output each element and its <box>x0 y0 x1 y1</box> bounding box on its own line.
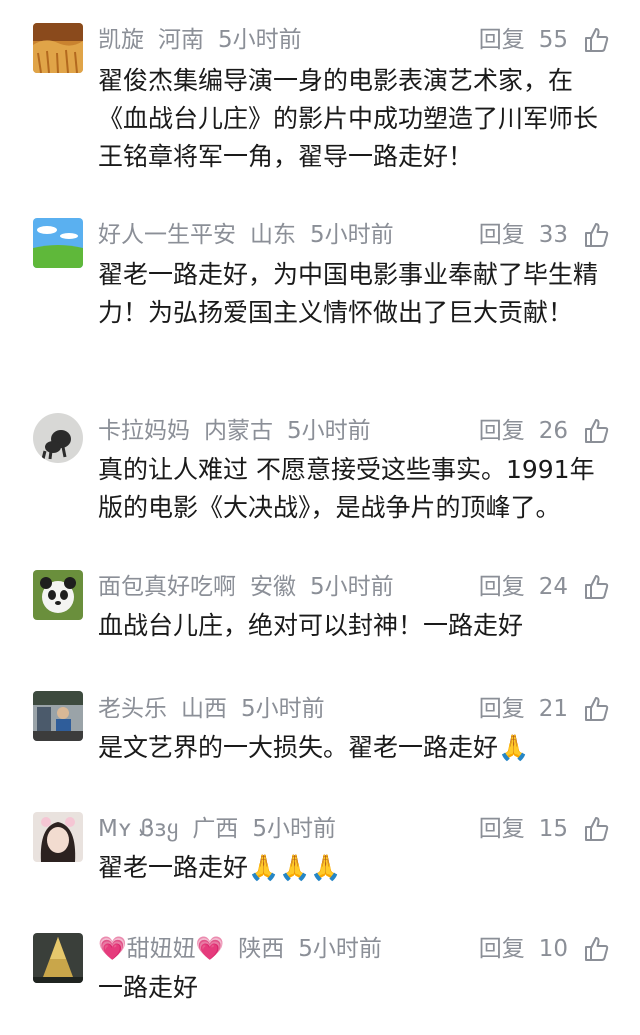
username[interactable]: 💗甜妞妞💗 <box>98 934 224 964</box>
location: 山东 <box>250 222 296 248</box>
comment-text: 真的让人难过 不愿意接受这些事实。1991年版的电影《大决战》，是战争片的顶峰了… <box>98 455 595 522</box>
thumbs-up-icon[interactable] <box>582 935 610 963</box>
comment-meta: 💗甜妞妞💗 陕西 5小时前 回复 10 <box>98 934 610 964</box>
location: 内蒙古 <box>204 418 273 444</box>
comment-actions: 回复 10 <box>479 934 610 964</box>
timestamp: 5小时前 <box>252 816 336 842</box>
reply-button[interactable]: 回复 <box>479 25 525 55</box>
thumbs-up-icon[interactable] <box>582 26 610 54</box>
panda-avatar[interactable] <box>33 570 83 620</box>
reply-button[interactable]: 回复 <box>479 220 525 250</box>
reply-button[interactable]: 回复 <box>479 572 525 602</box>
comment-meta: 凯旋 河南 5小时前 回复 55 <box>98 25 610 55</box>
like-count: 10 <box>538 936 568 962</box>
reply-button[interactable]: 回复 <box>479 934 525 964</box>
comment-meta: 老头乐 山西 5小时前 回复 21 <box>98 694 610 724</box>
street-photo-avatar[interactable] <box>33 691 83 741</box>
username[interactable]: 凯旋 <box>98 25 144 55</box>
location: 安徽 <box>250 574 296 600</box>
comment-actions: 回复 55 <box>479 25 610 55</box>
location: 陕西 <box>238 936 285 962</box>
wheat-field-avatar[interactable] <box>33 23 83 73</box>
username[interactable]: 面包真好吃啊 <box>98 572 236 602</box>
girl-avatar[interactable] <box>33 812 83 862</box>
reply-button[interactable]: 回复 <box>479 814 525 844</box>
like-count: 15 <box>538 816 568 842</box>
username[interactable]: 卡拉妈妈 <box>98 416 190 446</box>
username[interactable]: 好人一生平安 <box>98 220 236 250</box>
username[interactable]: Mʏ Ᏸɜყ <box>98 814 178 844</box>
comment-text: 翟俊杰集编导演一身的电影表演艺术家，在《血战台儿庄》的影片中成功塑造了川军师长王… <box>98 66 599 171</box>
sky-grass-avatar[interactable] <box>33 218 83 268</box>
timestamp: 5小时前 <box>287 418 371 444</box>
timestamp: 5小时前 <box>310 574 394 600</box>
pray-emoji: 🙏🙏🙏 <box>248 853 342 882</box>
comment-actions: 回复 26 <box>479 416 610 446</box>
comment-text: 血战台儿庄，绝对可以封神！一路走好 <box>98 611 524 640</box>
timestamp: 5小时前 <box>241 696 325 722</box>
comment-actions: 回复 33 <box>479 220 610 250</box>
reply-button[interactable]: 回复 <box>479 416 525 446</box>
dog-avatar[interactable] <box>33 413 83 463</box>
timestamp: 5小时前 <box>298 936 382 962</box>
thumbs-up-icon[interactable] <box>582 695 610 723</box>
like-count: 26 <box>538 418 568 444</box>
timestamp: 5小时前 <box>310 222 394 248</box>
username[interactable]: 老头乐 <box>98 694 167 724</box>
timestamp: 5小时前 <box>218 27 302 53</box>
comment-meta: 面包真好吃啊 安徽 5小时前 回复 24 <box>98 572 610 602</box>
like-count: 24 <box>538 574 568 600</box>
comment-meta: 卡拉妈妈 内蒙古 5小时前 回复 26 <box>98 416 610 446</box>
location: 山西 <box>181 696 227 722</box>
christmas-tree-avatar[interactable] <box>33 933 83 983</box>
comment-actions: 回复 15 <box>479 814 610 844</box>
location: 广西 <box>192 816 239 842</box>
thumbs-up-icon[interactable] <box>582 221 610 249</box>
location: 河南 <box>158 27 204 53</box>
like-count: 55 <box>538 27 568 53</box>
like-count: 21 <box>538 696 568 722</box>
thumbs-up-icon[interactable] <box>582 815 610 843</box>
comment-meta: Mʏ Ᏸɜყ 广西 5小时前 回复 15 <box>98 814 610 844</box>
thumbs-up-icon[interactable] <box>582 573 610 601</box>
comment-meta: 好人一生平安 山东 5小时前 回复 33 <box>98 220 610 250</box>
comment-actions: 回复 24 <box>479 572 610 602</box>
comment-text: 翟老一路走好🙏🙏🙏 <box>98 853 342 882</box>
like-count: 33 <box>538 222 568 248</box>
pray-emoji: 🙏 <box>498 733 530 762</box>
reply-button[interactable]: 回复 <box>479 694 525 724</box>
comment-text: 翟老一路走好，为中国电影事业奉献了毕生精力！为弘扬爱国主义情怀做出了巨大贡献！ <box>98 260 599 327</box>
thumbs-up-icon[interactable] <box>582 417 610 445</box>
comment-text: 是文艺界的一大损失。翟老一路走好🙏 <box>98 733 530 762</box>
comment-text: 一路走好 <box>98 973 199 1002</box>
comment-actions: 回复 21 <box>479 694 610 724</box>
